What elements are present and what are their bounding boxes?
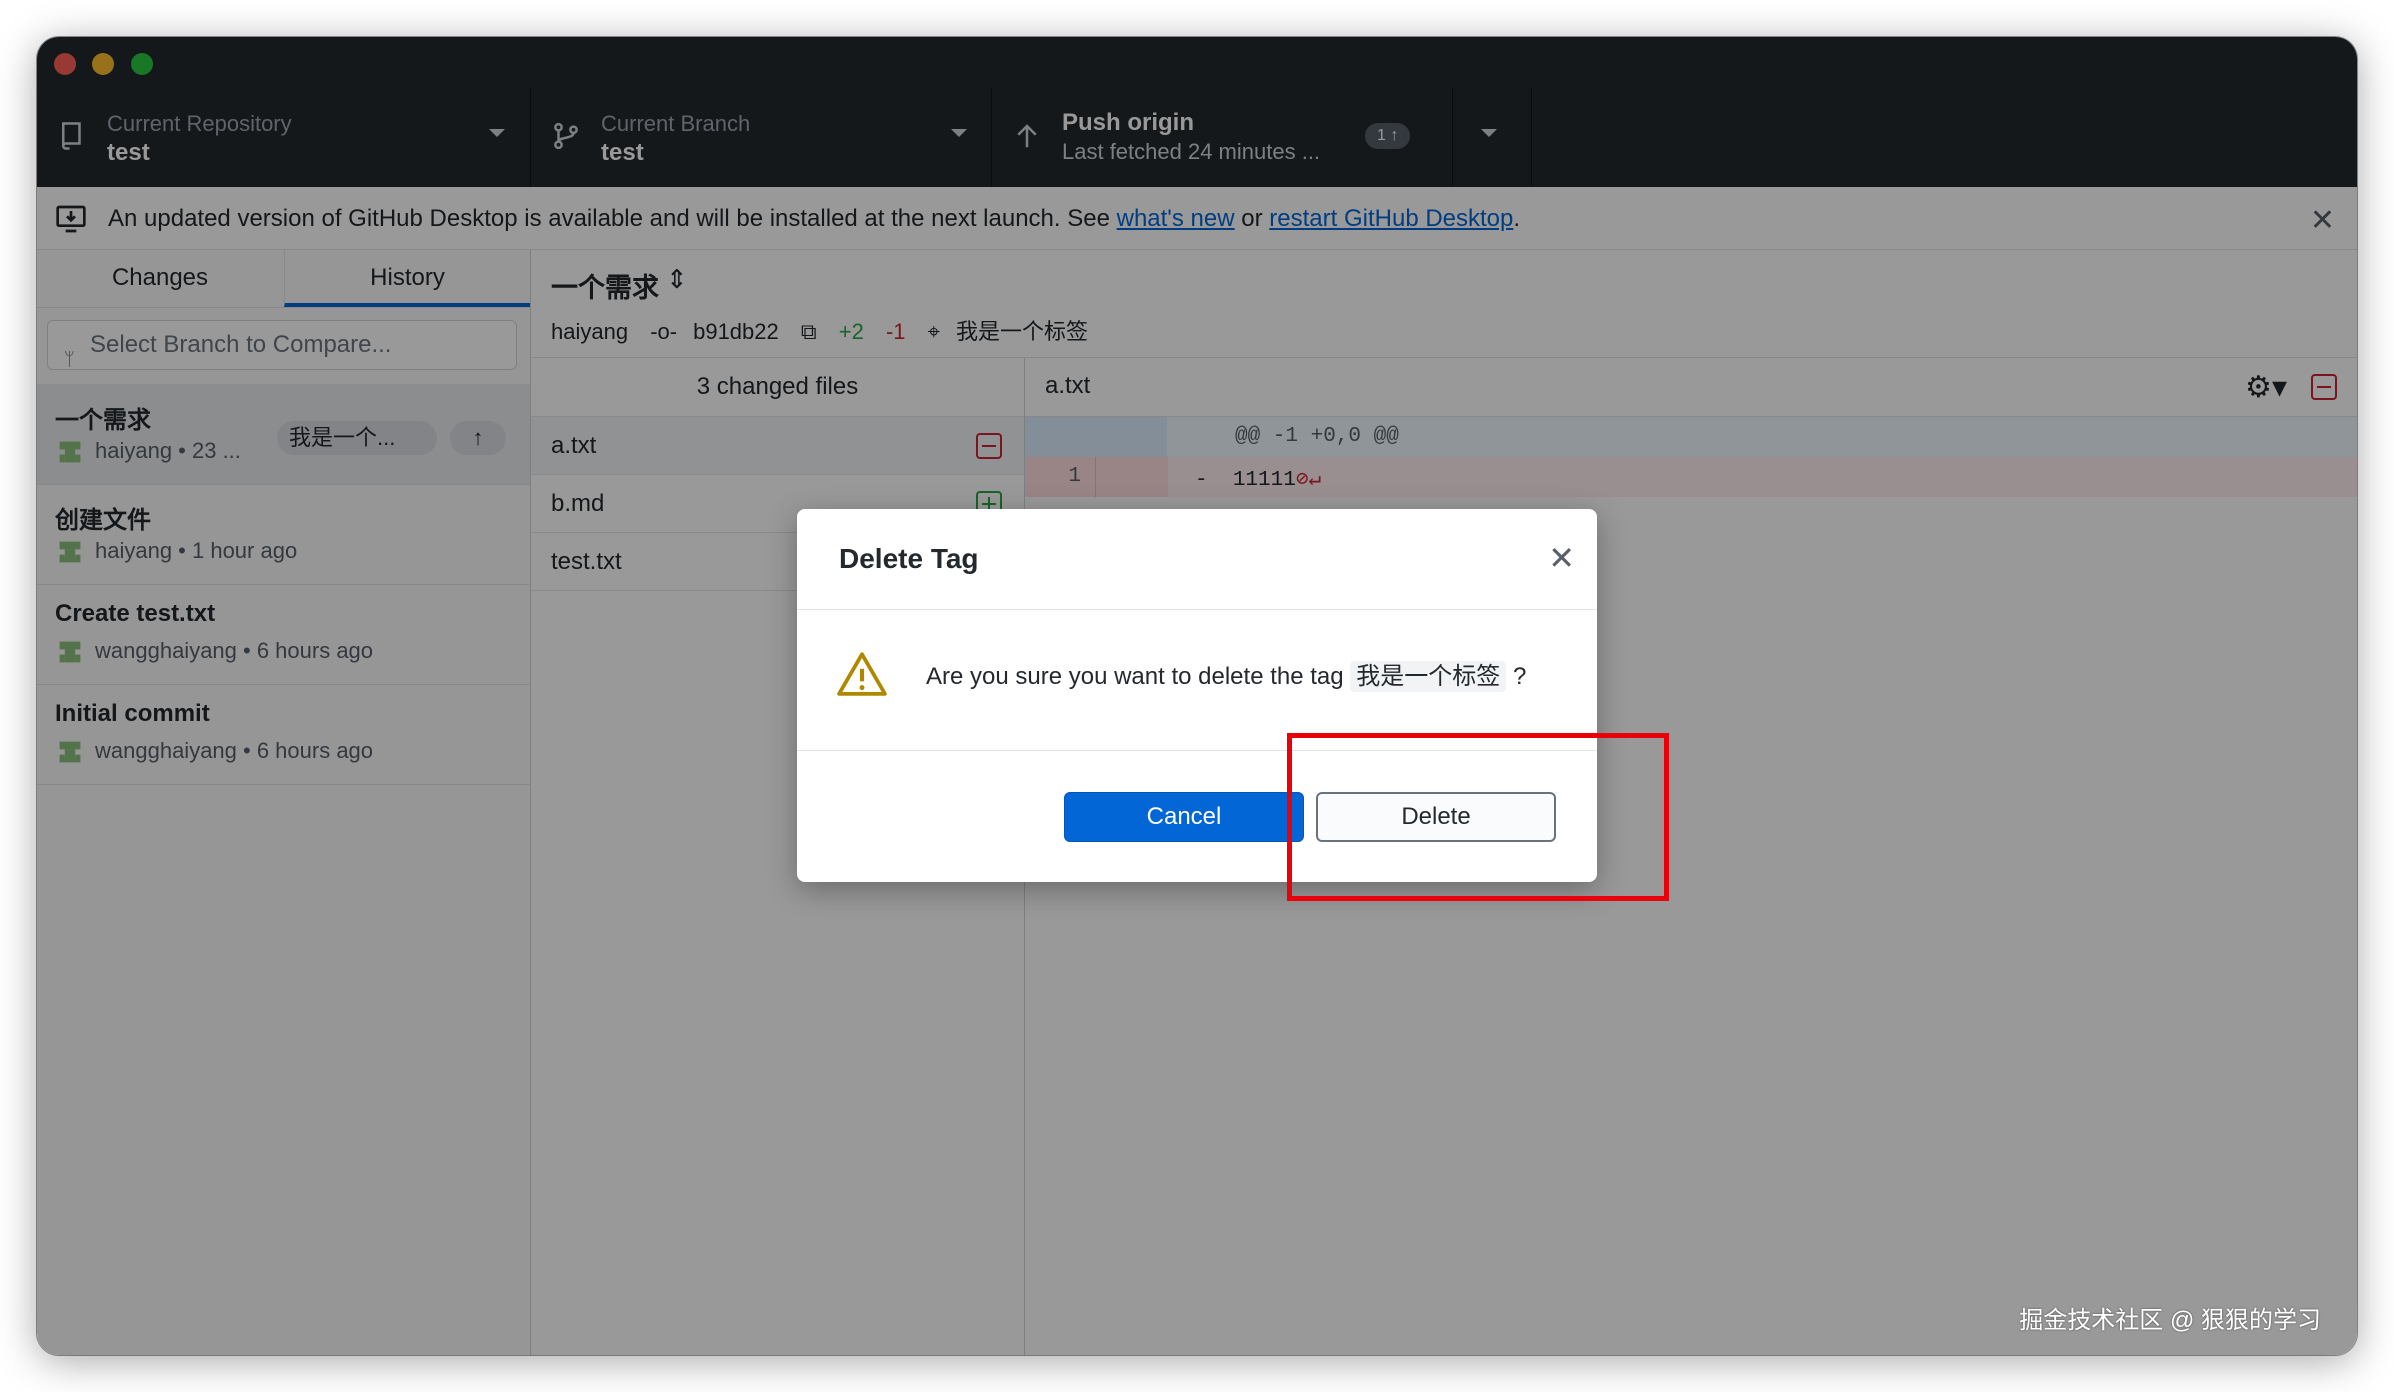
- dialog-message: Are you sure you want to delete the tag …: [926, 656, 1527, 692]
- dialog-question-mark: ?: [1512, 663, 1527, 690]
- close-icon[interactable]: ✕: [1548, 539, 1575, 577]
- annotation-highlight-box: [1287, 733, 1669, 901]
- warning-icon: [837, 652, 887, 696]
- dialog-header: Delete Tag ✕: [797, 509, 1597, 610]
- app-window: Current Repository test Current Branch t…: [37, 37, 2357, 1355]
- watermark: 掘金技术社区 @ 狠狠的学习: [2019, 1307, 2321, 1334]
- dialog-message-text: Are you sure you want to delete the tag: [926, 663, 1344, 690]
- dialog-tag-name: 我是一个标签: [1350, 661, 1507, 692]
- dialog-body: Are you sure you want to delete the tag …: [797, 610, 1597, 751]
- cancel-button[interactable]: Cancel: [1064, 792, 1304, 842]
- dialog-title: Delete Tag: [839, 543, 979, 574]
